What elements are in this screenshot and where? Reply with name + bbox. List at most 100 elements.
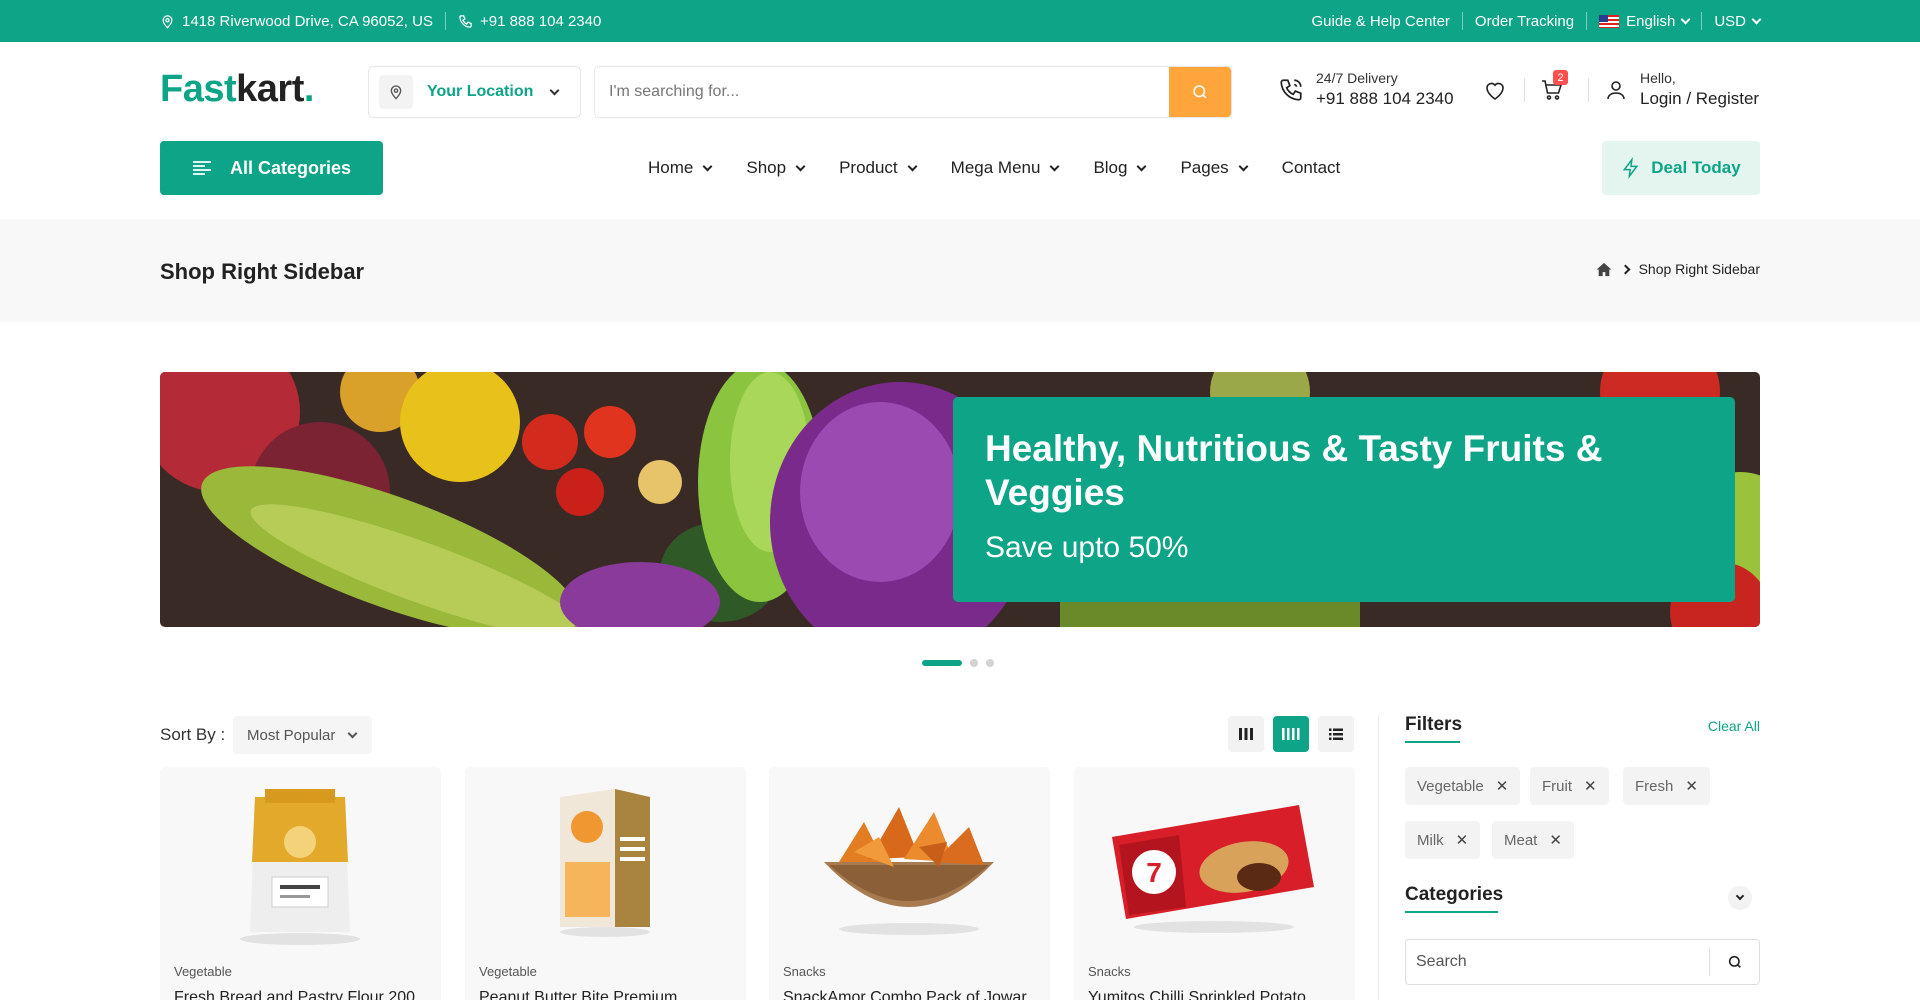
product-image-croissant-pack: 7 bbox=[1112, 805, 1314, 933]
grid-4-view-button[interactable] bbox=[1273, 716, 1309, 752]
menu-label: Home bbox=[648, 158, 694, 177]
deal-today-button[interactable]: Deal Today bbox=[1602, 141, 1760, 195]
account-menu[interactable]: Hello, Login / Register bbox=[1604, 70, 1759, 109]
menu-lines-icon bbox=[193, 161, 211, 175]
phone-icon bbox=[459, 14, 472, 28]
divider bbox=[444, 12, 446, 30]
category-search-button[interactable] bbox=[1709, 948, 1759, 976]
search-icon bbox=[1193, 85, 1207, 99]
menu-item-pages[interactable]: Pages bbox=[1180, 158, 1249, 178]
product-image-flour-bag bbox=[240, 789, 360, 945]
grid-3-view-button[interactable] bbox=[1228, 716, 1264, 752]
location-pin-icon bbox=[379, 75, 413, 109]
menu-label: Mega Menu bbox=[950, 158, 1041, 177]
categories-title[interactable]: Categories bbox=[1405, 884, 1503, 906]
map-pin-icon bbox=[162, 14, 173, 29]
lightning-icon bbox=[1623, 157, 1639, 179]
divider bbox=[1586, 12, 1588, 30]
chevron-down-icon bbox=[795, 161, 806, 171]
filter-tag-label: Meat bbox=[1504, 831, 1538, 849]
us-flag-icon bbox=[1599, 14, 1620, 28]
product-card[interactable]: 7 Snacks Yumitos Chilli Sprinkled Potato bbox=[1074, 767, 1355, 1000]
login-register-link[interactable]: Login / Register bbox=[1640, 89, 1759, 109]
menu-item-mega-menu[interactable]: Mega Menu bbox=[950, 158, 1060, 178]
deal-today-label: Deal Today bbox=[1651, 158, 1741, 177]
grid-3-icon bbox=[1239, 728, 1253, 740]
hero-banner[interactable]: Healthy, Nutritious & Tasty Fruits & Veg… bbox=[160, 372, 1760, 627]
search-icon bbox=[1728, 955, 1741, 968]
clear-all-link[interactable]: Clear All bbox=[1708, 718, 1760, 734]
help-center-link[interactable]: Guide & Help Center bbox=[1312, 13, 1450, 30]
product-category: Vegetable bbox=[479, 964, 537, 979]
product-card[interactable]: Snacks SnackAmor Combo Pack of Jowar bbox=[769, 767, 1050, 1000]
product-name[interactable]: SnackAmor Combo Pack of Jowar bbox=[783, 989, 1027, 1000]
product-card[interactable]: Vegetable Peanut Butter Bite Premium bbox=[465, 767, 746, 1000]
close-icon[interactable]: ✕ bbox=[1456, 831, 1469, 849]
order-tracking-link[interactable]: Order Tracking bbox=[1475, 13, 1574, 30]
filter-tag-label: Fruit bbox=[1542, 777, 1572, 795]
all-categories-button[interactable]: All Categories bbox=[160, 141, 383, 195]
filter-tag-label: Milk bbox=[1417, 831, 1444, 849]
product-image-cookie-box bbox=[560, 789, 650, 937]
close-icon[interactable]: ✕ bbox=[1584, 777, 1597, 795]
close-icon[interactable]: ✕ bbox=[1685, 777, 1698, 795]
filter-tag: Milk ✕ bbox=[1405, 821, 1481, 859]
close-icon[interactable]: ✕ bbox=[1549, 831, 1562, 849]
sort-value: Most Popular bbox=[247, 726, 336, 744]
banner-headline: Healthy, Nutritious & Tasty Fruits & Veg… bbox=[985, 428, 1603, 513]
banner-subline: Save upto 50% bbox=[985, 531, 1189, 564]
location-selector[interactable]: Your Location bbox=[368, 66, 581, 118]
slider-dot[interactable] bbox=[970, 659, 978, 667]
menu-item-home[interactable]: Home bbox=[648, 158, 713, 178]
chevron-down-icon bbox=[1049, 161, 1060, 171]
list-view-button[interactable] bbox=[1318, 716, 1354, 752]
divider bbox=[1701, 12, 1703, 30]
home-icon[interactable] bbox=[1596, 262, 1612, 277]
chevron-down-icon bbox=[1680, 14, 1691, 24]
user-icon bbox=[1607, 80, 1625, 99]
heart-icon[interactable] bbox=[1483, 78, 1507, 102]
divider bbox=[1524, 78, 1525, 102]
product-name[interactable]: Yumitos Chilli Sprinkled Potato bbox=[1088, 989, 1306, 1000]
page: 1418 Riverwood Drive, CA 96052, US +91 8… bbox=[0, 0, 1920, 1000]
menu-item-contact[interactable]: Contact bbox=[1282, 158, 1341, 178]
product-category: Snacks bbox=[783, 964, 826, 979]
currency-label: USD bbox=[1714, 12, 1746, 30]
currency-dropdown[interactable]: USD bbox=[1714, 12, 1762, 30]
svg-text:7: 7 bbox=[1146, 857, 1162, 888]
product-name[interactable]: Fresh Bread and Pastry Flour 200 bbox=[174, 989, 415, 1000]
category-search-input[interactable] bbox=[1406, 940, 1709, 984]
product-name[interactable]: Peanut Butter Bite Premium bbox=[479, 989, 677, 1000]
menu-item-product[interactable]: Product bbox=[839, 158, 918, 178]
phone: +91 888 104 2340 bbox=[458, 13, 601, 30]
language-dropdown[interactable]: English bbox=[1599, 13, 1691, 30]
search-button[interactable] bbox=[1169, 67, 1231, 117]
menu-label: Product bbox=[839, 158, 898, 177]
slider-dot-active[interactable] bbox=[922, 660, 962, 666]
menu-label: Pages bbox=[1180, 158, 1229, 177]
menu-item-shop[interactable]: Shop bbox=[746, 158, 806, 178]
main-menu: Home Shop Product Mega Menu Blog Pages C… bbox=[648, 141, 1340, 195]
close-icon[interactable]: ✕ bbox=[1496, 777, 1509, 795]
filter-tag-label: Fresh bbox=[1635, 777, 1674, 795]
breadcrumb-current: Shop Right Sidebar bbox=[1638, 261, 1760, 277]
cart-count-badge: 2 bbox=[1553, 70, 1568, 85]
logo-text-kart: kart bbox=[236, 68, 304, 110]
site-logo[interactable]: Fastkart. bbox=[160, 68, 314, 111]
address-text: 1418 Riverwood Drive, CA 96052, US bbox=[182, 12, 433, 30]
page-title: Shop Right Sidebar bbox=[160, 259, 365, 284]
slider-dot[interactable] bbox=[986, 659, 994, 667]
menu-item-blog[interactable]: Blog bbox=[1093, 158, 1147, 178]
product-card[interactable]: Vegetable Fresh Bread and Pastry Flour 2… bbox=[160, 767, 441, 1000]
breadcrumb: Shop Right Sidebar bbox=[1596, 261, 1760, 277]
category-search bbox=[1405, 939, 1760, 985]
chevron-down-icon bbox=[1137, 161, 1147, 171]
address: 1418 Riverwood Drive, CA 96052, US bbox=[160, 13, 433, 30]
search-input[interactable] bbox=[595, 67, 1169, 117]
sort-dropdown[interactable]: Most Popular bbox=[233, 716, 372, 754]
filter-tag: Fruit ✕ bbox=[1530, 767, 1609, 805]
menu-label: Contact bbox=[1281, 158, 1341, 177]
menu-label: Blog bbox=[1093, 158, 1128, 177]
categories-collapse-toggle[interactable] bbox=[1728, 886, 1752, 910]
banner-card: Healthy, Nutritious & Tasty Fruits & Veg… bbox=[953, 397, 1735, 602]
